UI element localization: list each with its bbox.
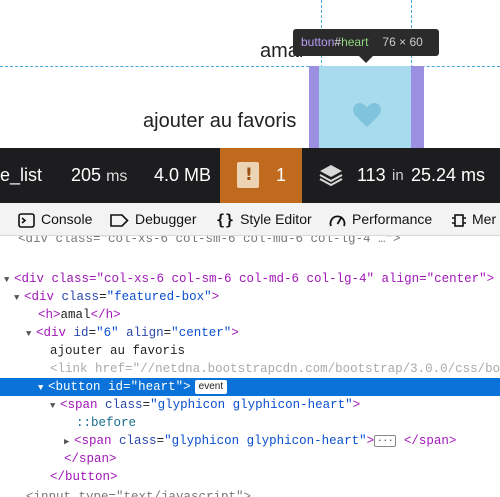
devtools-toolbar: Console Debugger {} Style Editor Performa… (0, 203, 500, 236)
console-icon (18, 212, 35, 228)
warning-indicator[interactable]: 1 (220, 148, 302, 203)
tree-node-text: <div class="col-xs-6 col-sm-6 col-md-6 c… (14, 272, 495, 286)
tree-row-before[interactable]: ::before (0, 414, 500, 432)
collapsed-ellipsis[interactable]: ··· (374, 434, 397, 447)
tab-style-editor[interactable]: {} Style Editor (216, 211, 312, 229)
markup-tree: <div class="col-xs-6 col-sm-6 col-md-6 c… (0, 236, 500, 497)
memory-icon (452, 213, 466, 227)
tab-performance[interactable]: Performance (329, 211, 432, 228)
tab-console[interactable]: Console (18, 211, 92, 228)
perf-total-time: 25.24 ms (411, 165, 486, 185)
tooltip-tag: button (301, 35, 335, 49)
debugger-icon (110, 213, 129, 227)
style-editor-icon: {} (216, 211, 235, 230)
performance-bar: e_list 205 ms 4.0 MB 1 113 in 25.24 ms (0, 148, 500, 203)
tab-memory[interactable]: Mer (452, 211, 496, 228)
tree-row-button-heart-selected[interactable]: ▼ <button id="heart"> event (0, 378, 500, 396)
tab-console-label: Console (41, 211, 93, 227)
layers-icon (319, 165, 343, 187)
tree-row-col-div[interactable]: ▼ <div class="col-xs-6 col-sm-6 col-md-6 … (0, 270, 500, 288)
element-info-tooltip: button#heart 76 × 60 (293, 29, 439, 56)
tree-row-link[interactable]: <link href="//netdna.bootstrapcdn.com/bo… (0, 360, 500, 378)
tab-debugger[interactable]: Debugger (110, 211, 197, 228)
tree-row-div-6[interactable]: ▼ <div id="6" align="center"> (0, 324, 500, 342)
tree-row-h[interactable]: <h>amal</h> (0, 306, 500, 324)
tree-row-clipped-bottom: <input type="text/javascript"> (26, 490, 252, 497)
expand-twisty-icon[interactable]: ▼ (14, 289, 24, 307)
tree-row-span-outer[interactable]: ▼ <span class="glyphicon glyphicon-heart"… (0, 396, 500, 414)
tooltip-arrow (359, 56, 373, 63)
tree-row-featured-box[interactable]: ▼ <div class="featured-box"> (0, 288, 500, 306)
expand-twisty-icon[interactable]: ▼ (50, 397, 60, 415)
tree-row-span-inner[interactable]: ▶ <span class="glyphicon glyphicon-heart"… (0, 432, 500, 450)
tooltip-dimensions: 76 × 60 (382, 35, 423, 49)
expand-twisty-icon[interactable]: ▼ (4, 271, 14, 289)
page-preview: amal ajouter au favoris button#heart 76 ×… (0, 0, 500, 148)
tree-row-button-close[interactable]: </button> (0, 468, 500, 486)
event-badge[interactable]: event (194, 379, 228, 394)
perf-time-value: 205 ms (71, 165, 128, 185)
add-favorite-text: ajouter au favoris (143, 110, 297, 132)
warning-icon (237, 162, 259, 188)
perf-label: e_list (0, 165, 43, 185)
tree-row-clipped: <div class="col-xs-6 col-sm-6 col-md-6 c… (18, 236, 401, 246)
heart-icon[interactable] (352, 100, 382, 130)
perf-layers-count: 113 (357, 165, 386, 185)
expand-twisty-icon[interactable]: ▼ (38, 379, 48, 397)
perf-in-word: in (392, 167, 404, 184)
performance-icon (329, 215, 346, 227)
tree-row-span-close[interactable]: </span> (0, 450, 500, 468)
highlighter-guide-horizontal (0, 66, 500, 67)
tab-debugger-label: Debugger (135, 211, 197, 227)
tree-row-text-node[interactable]: ajouter au favoris (0, 342, 500, 360)
perf-memory: 4.0 MB (154, 165, 212, 185)
expand-twisty-icon[interactable]: ▶ (64, 433, 74, 451)
warning-count: 1 (276, 165, 287, 185)
tab-style-editor-label: Style Editor (240, 211, 312, 227)
tab-performance-label: Performance (352, 211, 433, 227)
tab-memory-label: Mer (472, 211, 497, 227)
tooltip-id: heart (341, 35, 369, 49)
expand-twisty-icon[interactable]: ▼ (26, 325, 36, 343)
